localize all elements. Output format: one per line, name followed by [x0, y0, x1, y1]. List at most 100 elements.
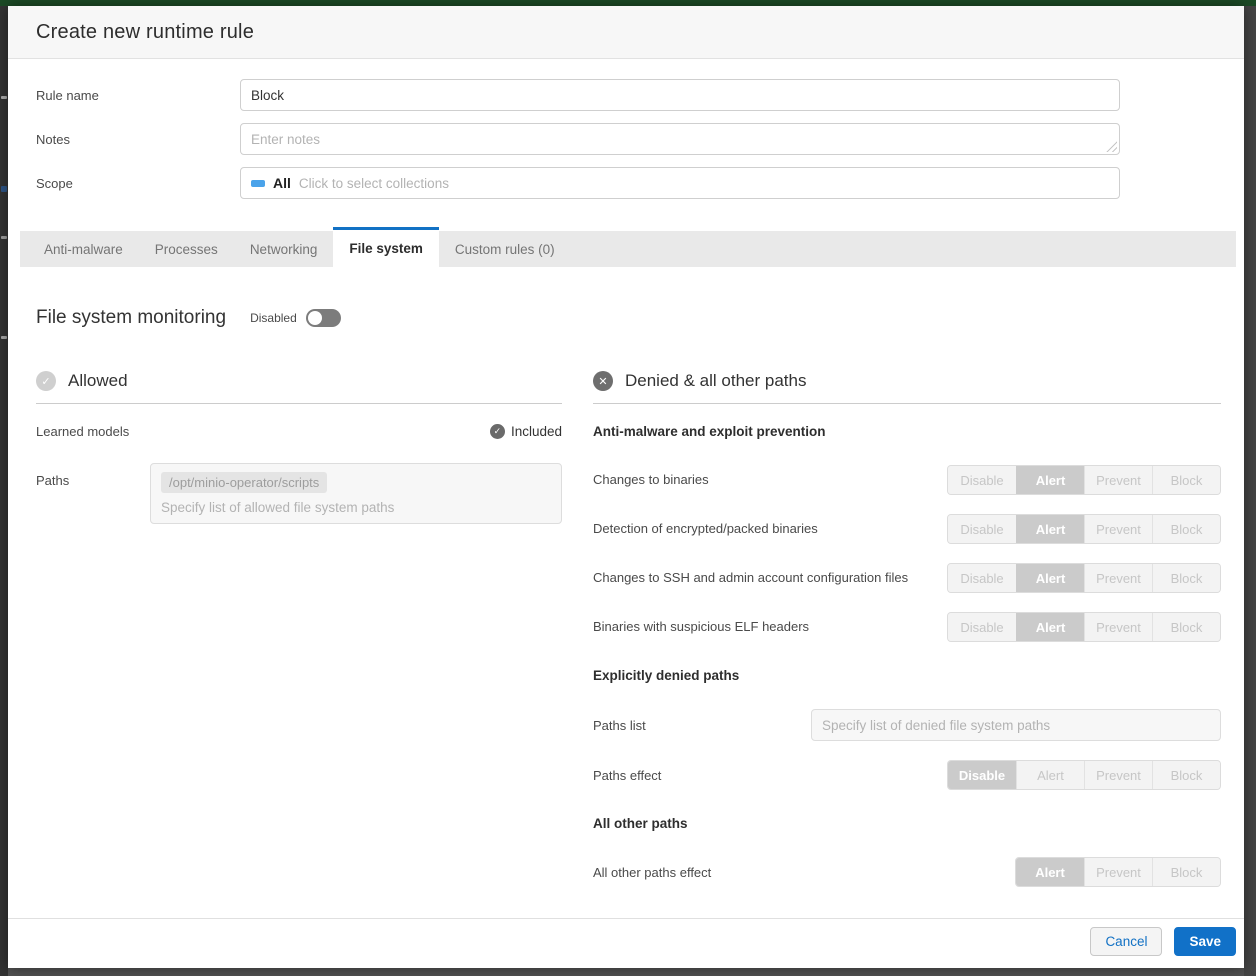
scope-row: Scope All Click to select collections — [36, 167, 1244, 199]
paths-effect-slot: DisableAlertPreventBlock — [947, 760, 1221, 790]
effect-option-block[interactable]: Block — [1152, 466, 1220, 494]
effect-option-alert[interactable]: Alert — [1016, 564, 1084, 592]
rule-name-input[interactable] — [240, 79, 1120, 111]
denied-paths-input[interactable] — [811, 709, 1221, 741]
tab-anti-malware[interactable]: Anti-malware — [28, 231, 139, 267]
dialog-body: Rule name Notes Scope All Click to selec… — [8, 59, 1244, 918]
allowed-paths-placeholder: Specify list of allowed file system path… — [161, 500, 551, 515]
x-circle-icon: ✕ — [593, 371, 613, 391]
dialog-title: Create new runtime rule — [36, 21, 1216, 44]
effect-row: Changes to SSH and admin account configu… — [593, 563, 1221, 593]
effect-option-alert[interactable]: Alert — [1016, 515, 1084, 543]
included-check-icon: ✓ — [490, 424, 505, 439]
monitoring-toggle[interactable] — [306, 309, 341, 327]
tab-custom-rules-0[interactable]: Custom rules (0) — [439, 231, 571, 267]
backdrop-bottom-strip — [8, 968, 1244, 976]
effect-option-disable[interactable]: Disable — [948, 515, 1016, 543]
tab-processes[interactable]: Processes — [139, 231, 234, 267]
effect-option-alert[interactable]: Alert — [1016, 761, 1084, 789]
paths-effect-row: Paths effect DisableAlertPreventBlock — [593, 760, 1221, 790]
toggle-knob — [308, 311, 322, 325]
antimalware-rows: Changes to binariesDisableAlertPreventBl… — [593, 465, 1221, 642]
allowed-title: Allowed — [68, 371, 128, 391]
scope-label: Scope — [36, 176, 240, 191]
effect-option-prevent[interactable]: Prevent — [1084, 466, 1152, 494]
effect-option-prevent[interactable]: Prevent — [1084, 564, 1152, 592]
effect-option-block[interactable]: Block — [1152, 761, 1220, 789]
effect-segmented-control: DisableAlertPreventBlock — [947, 514, 1221, 544]
monitoring-header-row: File system monitoring Disabled — [36, 307, 1221, 329]
monitoring-title: File system monitoring — [36, 307, 226, 329]
effect-option-alert[interactable]: Alert — [1016, 613, 1084, 641]
allowed-header: ✓ Allowed — [36, 371, 562, 391]
file-system-tab-content: File system monitoring Disabled ✓ Allowe… — [8, 267, 1244, 918]
scope-selector[interactable]: All Click to select collections — [240, 167, 1120, 199]
allowed-paths-row: Paths /opt/minio-operator/scripts Specif… — [36, 463, 562, 524]
all-other-effect-slot: AlertPreventBlock — [1015, 857, 1221, 887]
effect-segmented-control: DisableAlertPreventBlock — [947, 760, 1221, 790]
allowed-paths-input[interactable]: /opt/minio-operator/scripts Specify list… — [150, 463, 562, 524]
effect-option-block[interactable]: Block — [1152, 564, 1220, 592]
effect-option-alert[interactable]: Alert — [1016, 858, 1084, 886]
allowed-path-chip[interactable]: /opt/minio-operator/scripts — [161, 472, 327, 493]
learned-models-label: Learned models — [36, 424, 129, 439]
denied-title: Denied & all other paths — [625, 371, 806, 391]
monitoring-toggle-label: Disabled — [250, 311, 297, 325]
tab-networking[interactable]: Networking — [234, 231, 334, 267]
scope-selected-value: All — [273, 175, 291, 191]
effect-row: Binaries with suspicious ELF headers Disa… — [593, 612, 1221, 642]
paths-list-label: Paths list — [593, 718, 646, 733]
effect-option-block[interactable]: Block — [1152, 858, 1220, 886]
effect-option-prevent[interactable]: Prevent — [1084, 858, 1152, 886]
collection-color-swatch-icon — [251, 180, 265, 187]
effect-segmented-control: DisableAlertPreventBlock — [947, 612, 1221, 642]
effect-option-disable[interactable]: Disable — [948, 466, 1016, 494]
effect-option-block[interactable]: Block — [1152, 515, 1220, 543]
effect-row: Detection of encrypted/packed binaries Di… — [593, 514, 1221, 544]
allowed-divider — [36, 403, 562, 404]
effect-row: Changes to binaries DisableAlertPreventBl… — [593, 465, 1221, 495]
effect-option-disable[interactable]: Disable — [948, 564, 1016, 592]
dialog-footer: Cancel Save — [8, 918, 1244, 968]
notes-input[interactable] — [240, 123, 1120, 155]
create-runtime-rule-dialog: Create new runtime rule Rule name Notes … — [8, 6, 1244, 968]
effect-segmented-control: DisableAlertPreventBlock — [947, 563, 1221, 593]
tab-file-system[interactable]: File system — [333, 227, 439, 267]
effect-row-label: Changes to binaries — [593, 470, 923, 491]
learned-models-status: ✓ Included — [490, 424, 562, 439]
effect-option-prevent[interactable]: Prevent — [1084, 761, 1152, 789]
allowed-denied-columns: ✓ Allowed Learned models ✓ Included Path… — [36, 371, 1221, 906]
effect-option-block[interactable]: Block — [1152, 613, 1220, 641]
effect-row-label: Detection of encrypted/packed binaries — [593, 519, 923, 540]
rule-name-row: Rule name — [36, 79, 1244, 111]
effect-option-alert[interactable]: Alert — [1016, 466, 1084, 494]
tab-bar: Anti-malwareProcessesNetworkingFile syst… — [20, 231, 1236, 267]
effect-option-prevent[interactable]: Prevent — [1084, 515, 1152, 543]
allowed-paths-label: Paths — [36, 463, 150, 488]
effect-option-disable[interactable]: Disable — [948, 613, 1016, 641]
effect-segmented-control: AlertPreventBlock — [1015, 857, 1221, 887]
rule-form: Rule name Notes Scope All Click to selec… — [8, 59, 1244, 211]
all-other-paths-heading: All other paths — [593, 816, 1221, 831]
effect-row-label: Changes to SSH and admin account configu… — [593, 568, 923, 589]
all-other-effect-label: All other paths effect — [593, 865, 711, 880]
rule-name-label: Rule name — [36, 88, 240, 103]
antimalware-heading: Anti-malware and exploit prevention — [593, 424, 1221, 439]
notes-row: Notes — [36, 123, 1244, 155]
notes-field-wrap — [240, 123, 1120, 155]
effect-option-prevent[interactable]: Prevent — [1084, 613, 1152, 641]
denied-divider — [593, 403, 1221, 404]
dialog-header: Create new runtime rule — [8, 6, 1244, 59]
allowed-section: ✓ Allowed Learned models ✓ Included Path… — [36, 371, 562, 524]
denied-paths-list-row: Paths list — [593, 709, 1221, 741]
scope-placeholder: Click to select collections — [299, 176, 449, 191]
save-button[interactable]: Save — [1174, 927, 1236, 956]
denied-header: ✕ Denied & all other paths — [593, 371, 1221, 391]
all-other-effect-row: All other paths effect AlertPreventBlock — [593, 857, 1221, 887]
effect-segmented-control: DisableAlertPreventBlock — [947, 465, 1221, 495]
effect-option-disable[interactable]: Disable — [948, 761, 1016, 789]
notes-label: Notes — [36, 132, 240, 147]
check-circle-icon: ✓ — [36, 371, 56, 391]
cancel-button[interactable]: Cancel — [1090, 927, 1162, 956]
effect-row-label: Binaries with suspicious ELF headers — [593, 617, 923, 638]
